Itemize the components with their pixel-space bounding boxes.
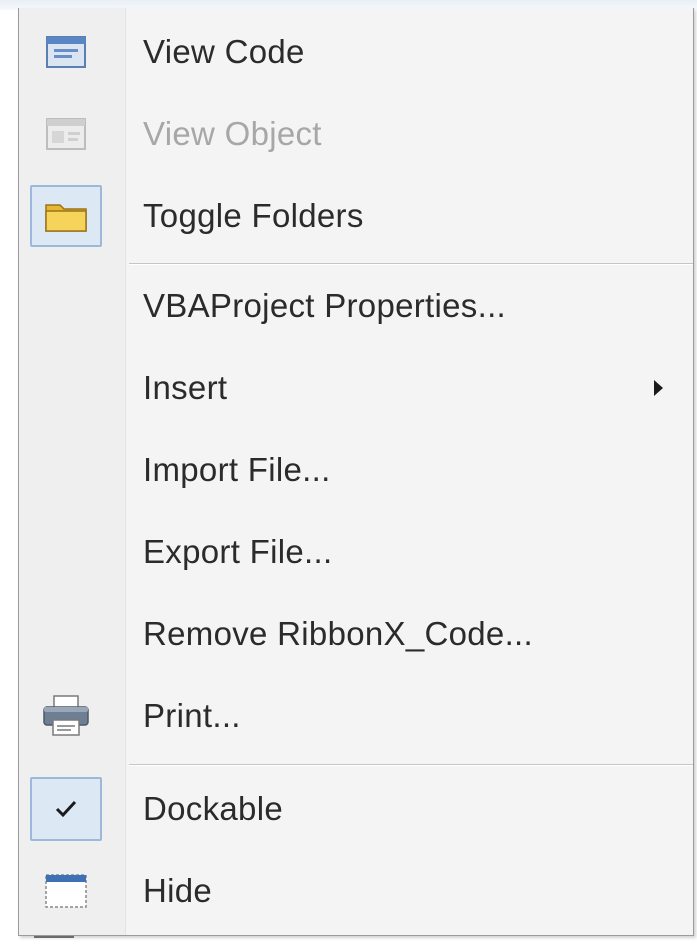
menu-item-label: View Object <box>143 115 322 152</box>
menu-item-dockable[interactable]: Dockable <box>19 768 693 850</box>
menu-item-hide[interactable]: Hide <box>19 850 693 932</box>
checkmark-icon <box>30 777 102 841</box>
menu-item-label: View Code <box>143 33 305 70</box>
menu-item-remove-module[interactable]: Remove RibbonX_Code... <box>19 593 693 675</box>
hide-window-icon <box>34 864 98 918</box>
printer-icon <box>34 689 98 743</box>
menu-item-label: Dockable <box>143 790 283 827</box>
submenu-arrow-icon <box>654 380 663 396</box>
menu-item-project-properties[interactable]: VBAProject Properties... <box>19 265 693 347</box>
menu-item-insert[interactable]: Insert <box>19 347 693 429</box>
menu-item-label: Remove RibbonX_Code... <box>143 615 533 652</box>
menu-item-label: Print... <box>143 697 241 734</box>
folder-icon <box>30 185 102 247</box>
project-explorer-context-menu: View Code View Object Toggle Folders VBA… <box>18 8 694 936</box>
menu-item-export-file[interactable]: Export File... <box>19 511 693 593</box>
menu-item-label: Export File... <box>143 533 333 570</box>
menu-item-print[interactable]: Print... <box>19 675 693 757</box>
menu-item-toggle-folders[interactable]: Toggle Folders <box>19 175 693 257</box>
menu-item-view-code[interactable]: View Code <box>19 11 693 93</box>
menu-item-label: Hide <box>143 872 213 909</box>
menu-item-label: Insert <box>143 369 228 406</box>
menu-item-label: Import File... <box>143 451 331 488</box>
menu-separator <box>129 764 693 766</box>
menu-item-label: Toggle Folders <box>143 197 364 234</box>
menu-item-view-object[interactable]: View Object <box>19 93 693 175</box>
background-window-fragment <box>34 936 74 944</box>
view-object-icon <box>34 107 98 161</box>
menu-item-label: VBAProject Properties... <box>143 287 507 324</box>
view-code-icon <box>34 25 98 79</box>
menu-item-import-file[interactable]: Import File... <box>19 429 693 511</box>
